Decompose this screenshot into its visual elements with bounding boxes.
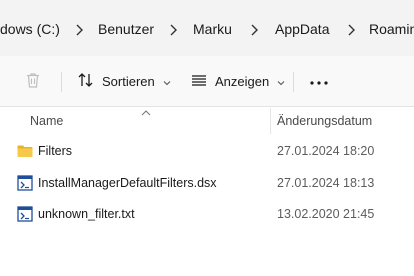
- file-row-txt[interactable]: unknown_filter.txt 13.02.2020 21:45: [0, 199, 414, 229]
- file-name: unknown_filter.txt: [38, 207, 135, 221]
- toolbar-divider: [61, 72, 62, 92]
- breadcrumb-separator-icon[interactable]: [74, 19, 84, 39]
- sort-label: Sortieren: [102, 73, 155, 89]
- file-modified-date: 27.01.2024 18:20: [277, 144, 375, 158]
- sort-icon: [77, 71, 95, 92]
- column-header-name[interactable]: Name: [30, 111, 63, 131]
- delete-button[interactable]: [24, 69, 42, 93]
- column-divider[interactable]: [270, 108, 271, 134]
- file-name: Filters: [38, 144, 73, 158]
- sort-ascending-caret-icon: [141, 103, 151, 121]
- view-button[interactable]: Anzeigen: [190, 69, 285, 93]
- chevron-down-icon: [277, 74, 285, 89]
- view-list-icon: [190, 71, 208, 92]
- breadcrumb-separator-icon[interactable]: [346, 19, 356, 39]
- breadcrumb-item-appdata[interactable]: AppData: [275, 19, 329, 39]
- view-label: Anzeigen: [215, 73, 270, 89]
- file-modified-date: 27.01.2024 18:13: [277, 176, 375, 190]
- breadcrumb-item-benutzer[interactable]: Benutzer: [98, 19, 154, 39]
- toolbar-divider: [293, 72, 294, 92]
- column-header-modified[interactable]: Änderungsdatum: [277, 111, 372, 131]
- file-icon: [17, 206, 33, 222]
- trash-icon: [24, 71, 42, 92]
- file-row-filters[interactable]: Filters 27.01.2024 18:20: [0, 136, 414, 166]
- sort-button[interactable]: Sortieren: [77, 69, 171, 93]
- file-icon: [17, 175, 33, 191]
- folder-icon: [17, 143, 33, 159]
- file-row-dsx[interactable]: InstallManagerDefaultFilters.dsx 27.01.2…: [0, 168, 414, 198]
- breadcrumb-separator-icon[interactable]: [168, 19, 178, 39]
- chevron-down-icon: [163, 74, 171, 89]
- more-icon: [309, 74, 329, 89]
- breadcrumb-item-roaming[interactable]: Roamin: [369, 19, 414, 39]
- address-bar[interactable]: dows (C:) Benutzer Marku AppData Roamin: [0, 0, 414, 56]
- file-name: InstallManagerDefaultFilters.dsx: [38, 176, 217, 190]
- file-modified-date: 13.02.2020 21:45: [277, 207, 375, 221]
- breadcrumb-separator-icon[interactable]: [249, 19, 259, 39]
- breadcrumb-item-drive[interactable]: dows (C:): [0, 19, 60, 39]
- more-options-button[interactable]: [309, 69, 329, 93]
- breadcrumb-item-marku[interactable]: Marku: [193, 19, 232, 39]
- command-bar: Sortieren Anzeigen: [0, 56, 414, 107]
